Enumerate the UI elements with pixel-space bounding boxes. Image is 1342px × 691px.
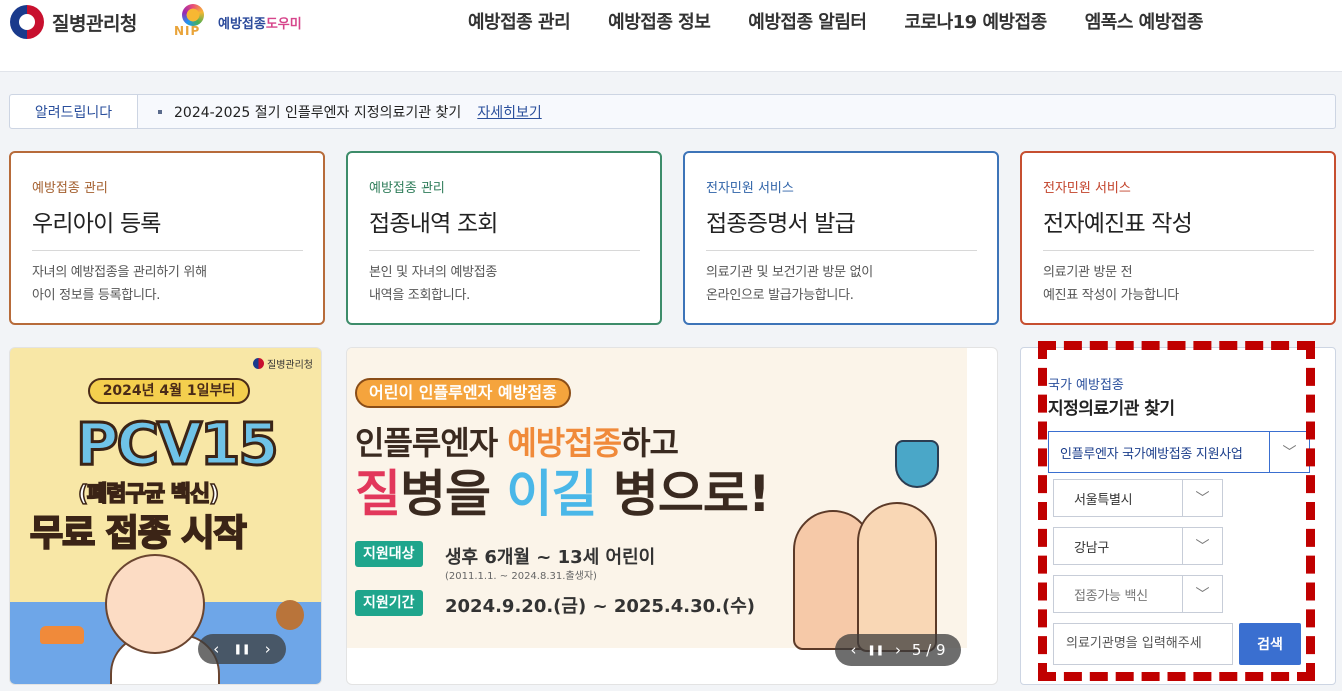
kdca-name: 질병관리청	[52, 12, 137, 35]
chevron-down-icon: ﹀	[1182, 480, 1222, 516]
main-nav: 예방접종 관리 예방접종 정보 예방접종 알림터 코로나19 예방접종 엠폭스 …	[468, 8, 1241, 34]
city-select-value: 서울특별시	[1074, 492, 1133, 508]
chevron-down-icon: ﹀	[1269, 432, 1309, 472]
card-title: 접종내역 조회	[369, 204, 640, 251]
finder-title: 지정의료기관 찾기	[1048, 399, 1175, 419]
card-desc: 본인 및 자녀의 예방접종 내역을 조회합니다.	[369, 265, 498, 303]
nav-mpox[interactable]: 엠폭스 예방접종	[1085, 8, 1204, 34]
support-target-note: (2011.1.1. ~ 2024.8.31.출생자)	[445, 571, 597, 582]
slide-counter: 5 / 9	[911, 641, 946, 659]
card-e-questionnaire[interactable]: 전자민원 서비스 전자예진표 작성 의료기관 방문 전 예진표 작성이 가능합니다	[1020, 151, 1336, 325]
nav-vaccination-management[interactable]: 예방접종 관리	[468, 8, 571, 34]
card-category: 전자민원 서비스	[706, 181, 794, 196]
banner-headline: PCV15	[75, 409, 281, 480]
kdca-emblem-icon	[253, 358, 264, 369]
nav-vaccination-notice[interactable]: 예방접종 알림터	[748, 8, 867, 34]
next-arrow-icon[interactable]: ›	[895, 641, 901, 659]
card-title: 전자예진표 작성	[1043, 204, 1314, 251]
banner-agency-logo: 질병관리청	[253, 356, 313, 371]
district-select-value: 강남구	[1074, 540, 1109, 556]
chevron-down-icon: ﹀	[1182, 576, 1222, 612]
banner-tagline: 무료 접종 시작	[29, 512, 248, 555]
shield-icon	[895, 440, 939, 488]
kdca-emblem-icon	[10, 5, 44, 39]
site-header: 질병관리청 NIP 예방접종도우미 예방접종 관리 예방접종 정보 예방접종 알…	[0, 0, 1342, 72]
card-category: 전자민원 서비스	[1043, 181, 1131, 196]
prev-arrow-icon[interactable]: ‹	[213, 640, 219, 658]
notice-text[interactable]: 2024-2025 절기 인플루엔자 지정의료기관 찾기	[174, 102, 461, 122]
support-period-value: 2024.9.20.(금) ~ 2025.4.30.(수)	[445, 596, 756, 617]
toy-car-icon	[40, 626, 84, 644]
search-button[interactable]: 검색	[1239, 623, 1301, 665]
district-select[interactable]: 강남구 ﹀	[1053, 527, 1223, 565]
nip-logo[interactable]: NIP 예방접종도우미	[172, 4, 302, 40]
pause-icon[interactable]: ❚❚	[234, 644, 251, 655]
pcv15-banner[interactable]: 질병관리청 2024년 4월 1일부터 PCV15 (폐렴구균 백신) 무료 접…	[9, 347, 322, 685]
baby-head-illustration	[105, 554, 205, 654]
prev-arrow-icon[interactable]: ‹	[850, 641, 856, 659]
next-arrow-icon[interactable]: ›	[265, 640, 271, 658]
vaccine-select[interactable]: 접종가능 백신 ﹀	[1053, 575, 1223, 613]
notice-label: 알려드립니다	[10, 95, 138, 128]
nav-vaccination-info[interactable]: 예방접종 정보	[608, 8, 711, 34]
notice-bar: 알려드립니다 2024-2025 절기 인플루엔자 지정의료기관 찾기 자세히보…	[9, 94, 1336, 129]
boy-illustration	[857, 502, 937, 652]
support-period-tag: 지원기간	[355, 590, 423, 616]
city-select[interactable]: 서울특별시 ﹀	[1053, 479, 1223, 517]
card-desc: 의료기관 방문 전 예진표 작성이 가능합니다	[1043, 265, 1179, 303]
notice-more-link[interactable]: 자세히보기	[477, 102, 541, 122]
program-select-value: 인플루엔자 국가예방접종 지원사업	[1060, 446, 1243, 462]
program-select[interactable]: 인플루엔자 국가예방접종 지원사업 ﹀	[1048, 431, 1310, 473]
card-history-lookup[interactable]: 예방접종 관리 접종내역 조회 본인 및 자녀의 예방접종 내역을 조회합니다.	[346, 151, 662, 325]
nip-name: 예방접종도우미	[218, 16, 302, 32]
card-register-child[interactable]: 예방접종 관리 우리아이 등록 자녀의 예방접종을 관리하기 위해 아이 정보를 …	[9, 151, 325, 325]
banner-date: 2024년 4월 1일부터	[88, 378, 250, 404]
card-title: 우리아이 등록	[32, 204, 303, 251]
card-title: 접종증명서 발급	[706, 204, 977, 251]
card-certificate-issue[interactable]: 전자민원 서비스 접종증명서 발급 의료기관 및 보건기관 방문 없이 온라인으로…	[683, 151, 999, 325]
clinic-finder-panel: 국가 예방접종 지정의료기관 찾기 인플루엔자 국가예방접종 지원사업 ﹀ 서울…	[1020, 347, 1336, 685]
banner-mid-pager: ‹ ❚❚ › 5 / 9	[835, 634, 961, 666]
kdca-logo[interactable]: 질병관리청	[10, 5, 137, 39]
card-desc: 자녀의 예방접종을 관리하기 위해 아이 정보를 등록합니다.	[32, 265, 207, 303]
nip-sun-icon: NIP	[172, 4, 214, 40]
banner-headline-2: 질병을 이길 병으로!	[355, 465, 771, 523]
clinic-name-input[interactable]: 의료기관명을 입력해주세	[1053, 623, 1233, 665]
banner-artwork: 어린이 인플루엔자 예방접종 인플루엔자 예방접종하고 질병을 이길 병으로! …	[347, 348, 967, 652]
teddy-bear-icon	[276, 600, 304, 630]
chevron-down-icon: ﹀	[1182, 528, 1222, 564]
flu-vaccine-banner[interactable]: 어린이 인플루엔자 예방접종 인플루엔자 예방접종하고 질병을 이길 병으로! …	[346, 347, 998, 685]
support-target-value: 생후 6개월 ~ 13세 어린이	[445, 547, 656, 568]
card-desc: 의료기관 및 보건기관 방문 없이 온라인으로 발급가능합니다.	[706, 265, 873, 303]
card-category: 예방접종 관리	[32, 181, 108, 196]
finder-subtitle: 국가 예방접종	[1048, 378, 1124, 393]
nav-covid19[interactable]: 코로나19 예방접종	[904, 8, 1047, 34]
card-category: 예방접종 관리	[369, 181, 445, 196]
banner-pill: 어린이 인플루엔자 예방접종	[355, 378, 571, 408]
support-target-tag: 지원대상	[355, 541, 423, 567]
banner-left-pager: ‹ ❚❚ ›	[198, 634, 286, 664]
vaccine-select-value: 접종가능 백신	[1074, 588, 1148, 604]
pause-icon[interactable]: ❚❚	[867, 645, 884, 656]
nip-letters: NIP	[174, 24, 201, 38]
bullet-icon	[158, 109, 162, 114]
